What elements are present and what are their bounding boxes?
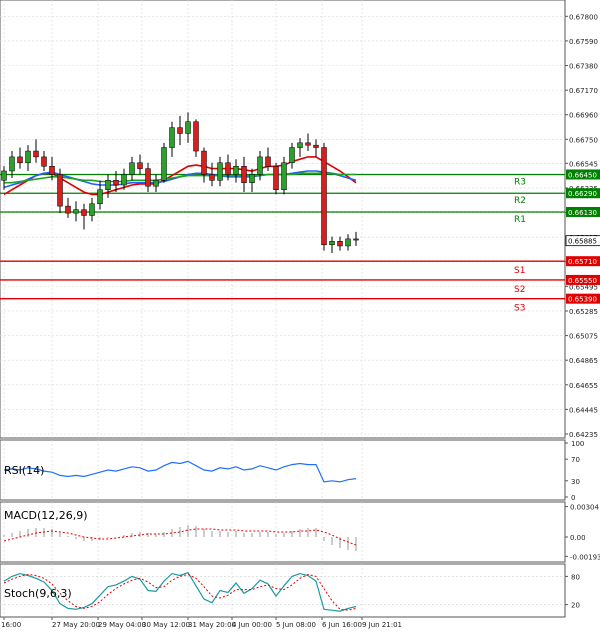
price-tick-label: 0.64235 [569, 431, 598, 439]
macd-tick-label: 0.00304 [570, 504, 599, 512]
candle-bull [25, 150, 31, 164]
candle-bear [33, 150, 39, 158]
candle-bull [121, 174, 127, 186]
candle-bull [233, 166, 239, 175]
candle-bull [1, 170, 7, 181]
stoch-title: Stoch(9,6,3) [4, 587, 72, 600]
price-tick-label: 0.64655 [569, 382, 598, 390]
candle-bear [41, 156, 47, 167]
candle-bear [177, 127, 183, 134]
time-tick-label: 31 May 20:00 [188, 621, 236, 629]
level-label-r2: R2 [514, 196, 526, 206]
rsi-tick-label: 30 [571, 478, 580, 486]
stoch-tick-label: 20 [571, 602, 580, 610]
time-tick-label: 30 May 12:00 [142, 621, 190, 629]
time-tick-label: 4 Jun 00:00 [232, 621, 272, 629]
candle-bear [201, 150, 207, 175]
level-tag-value: 0.65710 [568, 258, 597, 266]
candle-bear [225, 162, 231, 175]
candle-bull [9, 156, 15, 172]
candle-bear [65, 205, 71, 214]
rsi-title: RSI(14) [4, 464, 44, 477]
candle-bear [57, 174, 63, 207]
price-tick-label: 0.66545 [569, 160, 598, 168]
candle-bear [241, 166, 247, 183]
candle-bull [73, 209, 79, 214]
price-tick-label: 0.66750 [569, 136, 598, 144]
price-tick-label: 0.67170 [569, 87, 598, 95]
macd-tick-label: -0.001939 [570, 553, 600, 561]
time-tick-label: 27 May 20:00 [52, 621, 100, 629]
level-tag-value: 0.66450 [568, 171, 597, 179]
level-label-s3: S3 [514, 304, 525, 314]
candle-bear [337, 241, 343, 247]
price-tick-label: 0.67380 [569, 63, 598, 71]
candle-bear [81, 209, 87, 216]
candle-bear [273, 166, 279, 190]
candle-bull [97, 189, 103, 205]
candle-bear [17, 156, 23, 164]
rsi-tick-label: 70 [571, 456, 580, 464]
candle-bear [209, 174, 215, 181]
candle-bear [353, 238, 359, 241]
rsi-tick-label: 0 [571, 494, 575, 502]
candle-bull [281, 162, 287, 190]
candle-bear [265, 156, 271, 167]
current-price-label: 0.65885 [568, 238, 597, 246]
candle-bull [297, 142, 303, 148]
candle-bear [145, 168, 151, 187]
candle-bear [137, 162, 143, 169]
level-label-s2: S2 [514, 285, 525, 295]
macd-title: MACD(12,26,9) [4, 509, 88, 522]
candle-bull [105, 180, 111, 190]
level-tag-value: 0.66130 [568, 209, 597, 217]
candle-bull [289, 147, 295, 164]
current-price-layer: 0.65885 [565, 235, 600, 247]
candle-bear [305, 142, 311, 146]
candle-bear [193, 121, 199, 152]
price-tick-label: 0.67800 [569, 13, 598, 21]
time-tick-label: 16:00 [1, 621, 21, 629]
rsi-tick-label: 100 [571, 440, 584, 448]
price-tick-label: 0.66960 [569, 112, 598, 120]
price-tick-label: 0.67590 [569, 38, 598, 46]
candle-bull [345, 238, 351, 247]
price-tick-label: 0.64865 [569, 357, 598, 365]
macd-tick-label: 0.00 [570, 534, 586, 542]
candle-bull [129, 162, 135, 175]
candle-bull [89, 203, 95, 216]
candle-bear [113, 180, 119, 186]
candle-bull [257, 156, 263, 175]
price-tick-label: 0.65075 [569, 333, 598, 341]
level-tag-value: 0.66290 [568, 190, 597, 198]
price-tick-label: 0.65285 [569, 308, 598, 316]
price-tick-label: 0.64445 [569, 406, 598, 414]
candle-bull [169, 127, 175, 148]
candle-bear [313, 144, 319, 148]
candle-bull [249, 174, 255, 183]
chart-background [0, 0, 600, 632]
candle-bull [161, 147, 167, 181]
candle-bull [329, 241, 335, 246]
time-tick-label: 6 Jun 16:00 [322, 621, 362, 629]
candle-bull [185, 121, 191, 134]
time-tick-label: 9 Jun 21:01 [362, 621, 402, 629]
candle-bull [217, 162, 223, 181]
level-label-s1: S1 [514, 266, 525, 276]
chart-svg: R3 R2 R1 S1 S2 S3 0.67800 0.67590 0.67380 0.6717… [0, 0, 600, 632]
level-tag-value: 0.65550 [568, 277, 597, 285]
candle-bear [321, 147, 327, 246]
level-label-r1: R1 [514, 215, 526, 225]
level-tag-value: 0.65390 [568, 296, 597, 304]
time-tick-label: 29 May 04:00 [98, 621, 146, 629]
time-tick-label: 5 Jun 08:00 [276, 621, 316, 629]
level-label-r3: R3 [514, 177, 526, 187]
candle-bull [153, 180, 159, 187]
candle-bear [49, 166, 55, 175]
stoch-tick-label: 80 [571, 573, 580, 581]
